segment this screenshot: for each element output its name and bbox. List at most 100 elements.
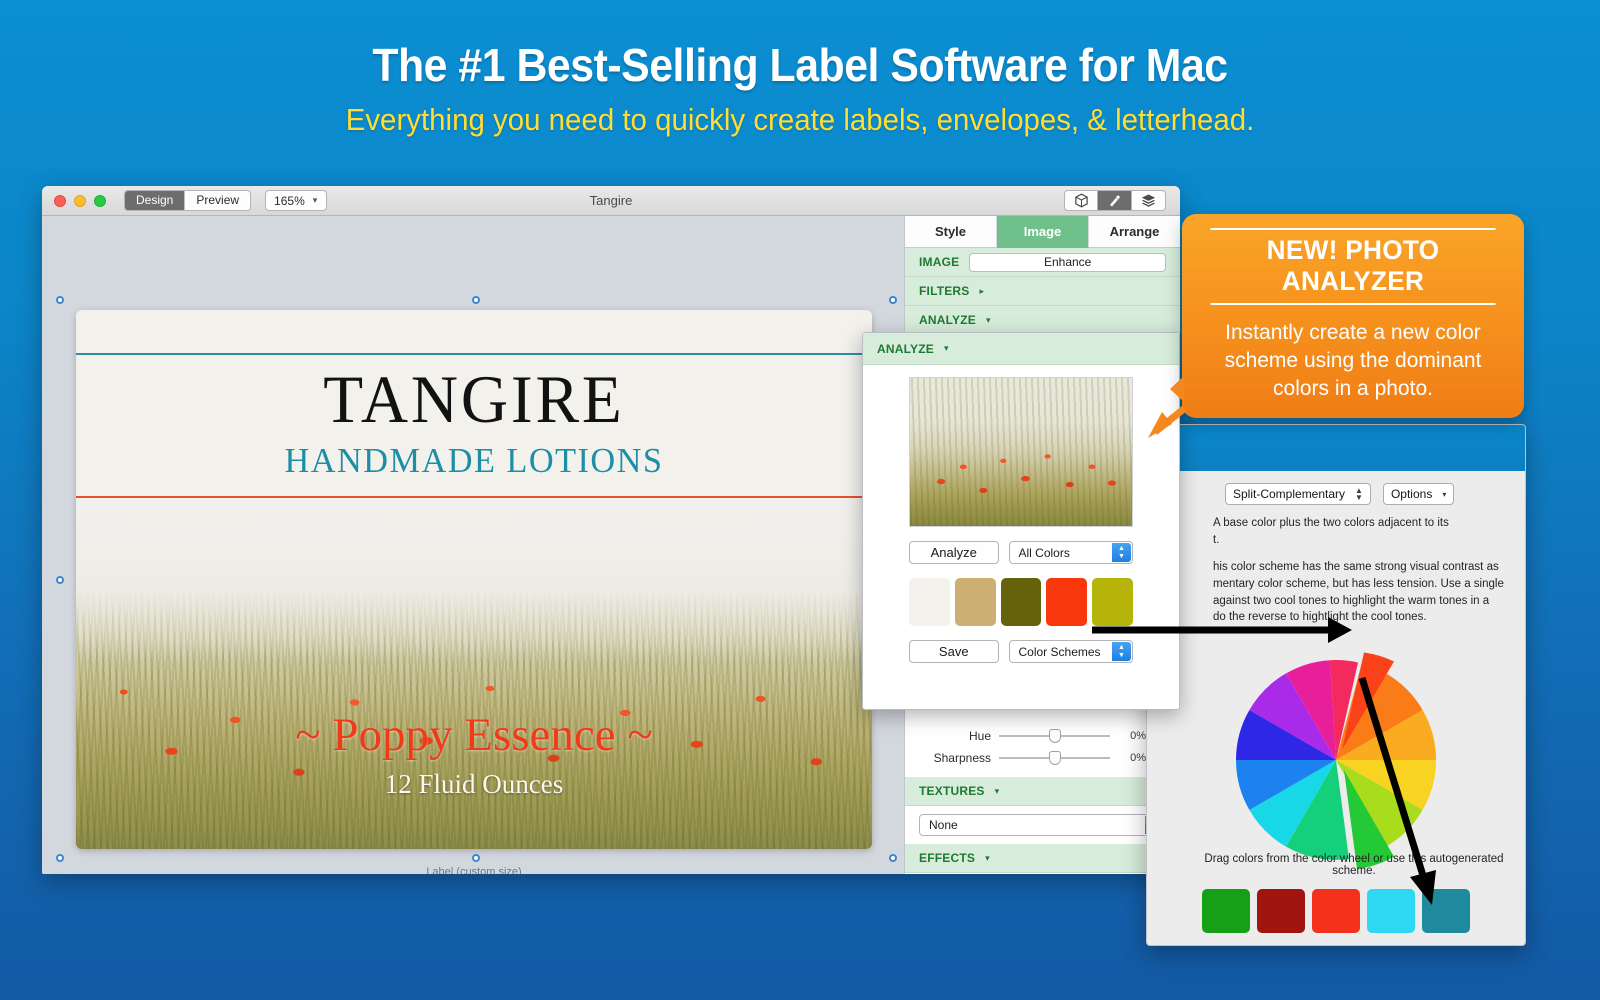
swatch-olive[interactable] bbox=[1000, 578, 1042, 626]
scheme-swatch-dark-red[interactable] bbox=[1257, 889, 1305, 933]
scheme-caption: Drag colors from the color wheel or use … bbox=[1204, 853, 1504, 877]
sharpness-slider-row[interactable]: Sharpness 0% ▲▼ bbox=[919, 747, 1166, 769]
selection-handle-top-center[interactable] bbox=[472, 296, 480, 304]
tab-style[interactable]: Style bbox=[905, 216, 997, 248]
top-rule-divider bbox=[76, 353, 872, 355]
scheme-description-line-1b: t. bbox=[1213, 533, 1220, 546]
chevron-right-icon: ▸ bbox=[979, 285, 985, 296]
tab-image[interactable]: Image bbox=[997, 216, 1089, 248]
layers-icon-button[interactable] bbox=[1132, 190, 1166, 211]
scheme-options-label: Options bbox=[1390, 487, 1433, 501]
paint-inspector-icon-button[interactable] bbox=[1098, 190, 1132, 211]
texture-select[interactable]: None ▲▼ bbox=[919, 814, 1166, 836]
scheme-options-button[interactable]: Options ▾ bbox=[1382, 483, 1455, 505]
analyze-button[interactable]: Analyze bbox=[909, 541, 999, 564]
updown-icon: ▲ ▼ bbox=[1355, 486, 1363, 502]
sharpness-slider-knob[interactable] bbox=[1048, 751, 1061, 765]
label-flavor-text[interactable]: ~ Poppy Essence ~ bbox=[76, 708, 872, 762]
analyze-popover-header[interactable]: ANALYZE ▾ bbox=[863, 333, 1179, 365]
swatch-yellow-olive[interactable] bbox=[1092, 578, 1133, 626]
label-tagline-text[interactable]: HANDMADE LOTIONS bbox=[84, 441, 864, 481]
section-effects-header[interactable]: EFFECTS ▾ bbox=[905, 844, 1180, 873]
scheme-swatch-row bbox=[1202, 889, 1470, 933]
section-image-title: IMAGE bbox=[919, 255, 960, 269]
chevron-down-icon: ▾ bbox=[985, 314, 991, 325]
photo-sky-gradient bbox=[76, 500, 872, 661]
analyze-save-row: Save Color Schemes ▲ ▼ bbox=[909, 640, 1133, 663]
zoom-level-value: 165% bbox=[274, 193, 305, 208]
color-schemes-value: Color Schemes bbox=[1018, 644, 1101, 659]
analyze-popover-title: ANALYZE bbox=[877, 341, 934, 356]
color-scheme-window-top-bar bbox=[1147, 425, 1525, 471]
section-image-header: IMAGE Enhance bbox=[905, 248, 1180, 277]
swatch-tan[interactable] bbox=[954, 578, 996, 626]
design-canvas[interactable]: TANGIRE HANDMADE LOTIONS ~ Poppy Essence… bbox=[42, 216, 904, 874]
selection-handle-middle-left[interactable] bbox=[56, 576, 64, 584]
box-icon-button[interactable] bbox=[1064, 190, 1098, 211]
sharpness-slider-label: Sharpness bbox=[933, 751, 991, 765]
inspector-tabs: Style Image Arrange bbox=[905, 216, 1180, 248]
promo-header: The #1 Best-Selling Label Software for M… bbox=[0, 0, 1600, 138]
selection-handle-top-right[interactable] bbox=[889, 296, 897, 304]
swatch-orange-red[interactable] bbox=[1046, 578, 1088, 626]
section-textures-header[interactable]: TEXTURES ▾ bbox=[905, 777, 1180, 806]
color-schemes-stepper[interactable]: ▲ ▼ bbox=[1112, 642, 1131, 661]
toolbar-buttons bbox=[1064, 190, 1166, 211]
swatch-off-white[interactable] bbox=[909, 578, 950, 626]
document-status-text: Label (custom size) bbox=[426, 866, 522, 874]
label-document[interactable]: TANGIRE HANDMADE LOTIONS ~ Poppy Essence… bbox=[76, 310, 872, 849]
photo-analyzer-callout: NEW! PHOTO ANALYZER Instantly create a n… bbox=[1170, 214, 1524, 418]
scheme-swatch-teal[interactable] bbox=[1422, 889, 1470, 933]
minimize-button[interactable] bbox=[74, 194, 86, 207]
selection-handle-top-left[interactable] bbox=[56, 296, 64, 304]
tab-arrange[interactable]: Arrange bbox=[1089, 216, 1180, 248]
section-textures-title: TEXTURES bbox=[919, 784, 985, 798]
color-filter-stepper[interactable]: ▲ ▼ bbox=[1112, 543, 1131, 562]
analyze-controls-row: Analyze All Colors ▲ ▼ bbox=[909, 541, 1133, 564]
scheme-description: A base color plus the two colors adjacen… bbox=[1147, 505, 1525, 626]
close-button[interactable] bbox=[54, 194, 66, 207]
selection-handle-bottom-left[interactable] bbox=[56, 854, 64, 862]
scheme-description-line-2b: mentary color scheme, but has less tensi… bbox=[1213, 578, 1504, 591]
traffic-lights bbox=[54, 194, 106, 207]
enhance-button[interactable]: Enhance bbox=[969, 252, 1166, 272]
analyze-popover: ANALYZE ▾ Analyze All Colors ▲ ▼ Save Col… bbox=[862, 332, 1180, 710]
callout-title: NEW! PHOTO ANALYZER bbox=[1210, 228, 1496, 305]
scheme-description-line-2c: against two cool tones to highlight the … bbox=[1213, 594, 1490, 607]
save-button[interactable]: Save bbox=[909, 640, 999, 663]
scheme-type-value: Split-Complementary bbox=[1233, 487, 1346, 501]
section-filters-header[interactable]: FILTERS ▸ bbox=[905, 277, 1180, 306]
hue-slider-knob[interactable] bbox=[1048, 729, 1061, 743]
sharpness-slider-track[interactable] bbox=[999, 751, 1110, 765]
paint-inspector-icon bbox=[1110, 195, 1120, 207]
color-filter-select[interactable]: All Colors ▲ ▼ bbox=[1008, 541, 1133, 564]
analyze-photo-preview[interactable] bbox=[909, 377, 1133, 527]
color-wheel-icon bbox=[1236, 652, 1436, 870]
hue-slider-row[interactable]: Hue 0% ▲▼ bbox=[919, 725, 1166, 747]
selection-handle-bottom-center[interactable] bbox=[472, 854, 480, 862]
maximize-button[interactable] bbox=[94, 194, 106, 207]
label-volume-text[interactable]: 12 Fluid Ounces bbox=[76, 769, 872, 800]
label-brand-text[interactable]: TANGIRE bbox=[92, 360, 856, 439]
scheme-type-select[interactable]: Split-Complementary ▲ ▼ bbox=[1225, 483, 1371, 505]
color-schemes-select[interactable]: Color Schemes ▲ ▼ bbox=[1008, 640, 1133, 663]
layers-icon bbox=[1141, 194, 1156, 207]
view-mode-segmented-control[interactable]: Design Preview bbox=[124, 190, 252, 211]
analyze-popover-body: Analyze All Colors ▲ ▼ Save Color Schemes… bbox=[863, 365, 1179, 675]
hue-slider-track[interactable] bbox=[999, 729, 1110, 743]
texture-select-value: None bbox=[929, 818, 958, 832]
scheme-description-line-2: his color scheme has the same strong vis… bbox=[1213, 561, 1499, 574]
scheme-description-line-1: A base color plus the two colors adjacen… bbox=[1213, 517, 1449, 529]
design-mode-button[interactable]: Design bbox=[125, 191, 185, 210]
section-analyze-header[interactable]: ANALYZE ▾ bbox=[905, 306, 1180, 335]
preview-mode-button[interactable]: Preview bbox=[184, 191, 251, 210]
box-icon bbox=[1074, 193, 1088, 208]
scheme-swatch-red[interactable] bbox=[1312, 889, 1360, 933]
scheme-swatch-green[interactable] bbox=[1202, 889, 1250, 933]
selection-handle-bottom-right[interactable] bbox=[889, 854, 897, 862]
color-scheme-controls: Split-Complementary ▲ ▼ Options ▾ bbox=[1147, 471, 1525, 505]
color-wheel-container[interactable] bbox=[1147, 628, 1525, 880]
hue-slider-value: 0% bbox=[1130, 730, 1146, 742]
zoom-level-select[interactable]: 165% ▾ bbox=[265, 190, 328, 211]
scheme-swatch-cyan[interactable] bbox=[1367, 889, 1415, 933]
